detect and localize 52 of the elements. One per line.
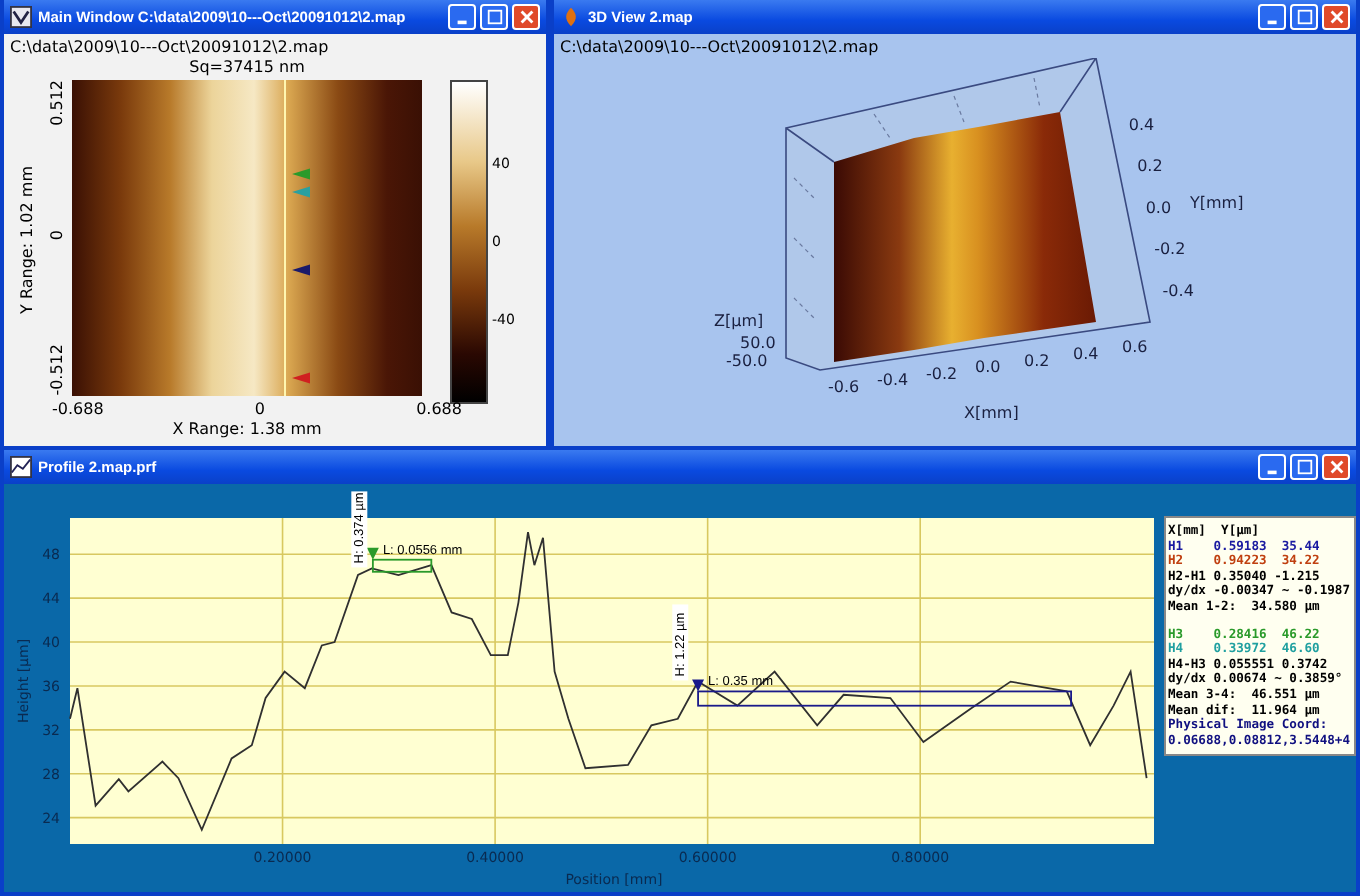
maximize-icon bbox=[1295, 458, 1313, 476]
minimize-button[interactable] bbox=[1258, 454, 1286, 480]
image-title: Sq=37415 nm bbox=[187, 58, 307, 80]
file-path: C:\data\2009\10---Oct\20091012\2.map bbox=[558, 36, 881, 58]
cursor-marker-icon[interactable] bbox=[292, 264, 311, 276]
close-button[interactable] bbox=[512, 4, 540, 30]
x-tick-label: 0.688 bbox=[416, 400, 462, 420]
maximize-icon bbox=[485, 8, 503, 26]
measurement-bracket[interactable] bbox=[366, 547, 433, 573]
close-button[interactable] bbox=[1322, 4, 1350, 30]
x-tick-label: -0.4 bbox=[877, 371, 909, 390]
z-tick-label: -50.0 bbox=[726, 352, 768, 370]
x-tick-label: 0.2 bbox=[1024, 351, 1050, 370]
app-icon bbox=[10, 6, 32, 28]
y-tick-label: 0.0 bbox=[1145, 198, 1172, 217]
y-tick-label: -0.2 bbox=[1154, 240, 1186, 259]
y-tick-label: -0.512 bbox=[47, 344, 65, 396]
minimize-button[interactable] bbox=[1258, 4, 1286, 30]
cursor-marker-icon[interactable] bbox=[292, 168, 311, 180]
x-tick-label: -0.688 bbox=[52, 400, 104, 420]
measurement-bracket[interactable] bbox=[692, 679, 1072, 707]
z-axis-label: Z[µm] bbox=[714, 312, 764, 330]
maximize-button[interactable] bbox=[480, 4, 508, 30]
app-icon bbox=[10, 456, 32, 478]
close-icon bbox=[517, 8, 535, 26]
app-icon bbox=[560, 6, 582, 28]
x-axis-label: X[mm] bbox=[964, 404, 1019, 422]
y-tick-label: 0 bbox=[47, 230, 65, 241]
minimize-button[interactable] bbox=[448, 4, 476, 30]
x-tick-label: -0.2 bbox=[926, 364, 958, 383]
x-tick-label: -0.6 bbox=[828, 378, 860, 396]
x-tick-label: 0.0 bbox=[975, 358, 1001, 377]
maximize-button[interactable] bbox=[1290, 4, 1318, 30]
close-icon bbox=[1327, 8, 1345, 26]
file-path: C:\data\2009\10---Oct\20091012\2.map bbox=[8, 36, 331, 58]
y-axis-label: Y Range: 1.02 mm bbox=[17, 166, 35, 314]
z-tick-label: 50.0 bbox=[740, 334, 776, 352]
x-tick-label: 0.6 bbox=[1122, 338, 1148, 357]
x-tick-label: 0 bbox=[254, 400, 265, 420]
cursor-marker-icon[interactable] bbox=[292, 186, 311, 198]
y-tick-label: 0.512 bbox=[47, 80, 65, 126]
x-axis-label: X Range: 1.38 mm bbox=[170, 420, 324, 442]
y-tick-label: 0.2 bbox=[1137, 157, 1163, 176]
close-button[interactable] bbox=[1322, 454, 1350, 480]
close-icon bbox=[1327, 458, 1345, 476]
maximize-icon bbox=[1295, 8, 1313, 26]
x-tick-label: 0.4 bbox=[1073, 345, 1099, 363]
y-tick-label: 0.4 bbox=[1128, 116, 1155, 134]
cursor-marker-icon[interactable] bbox=[292, 372, 311, 384]
maximize-button[interactable] bbox=[1290, 454, 1318, 480]
y-axis-label: Y[mm] bbox=[1190, 194, 1244, 212]
y-tick-label: -0.4 bbox=[1162, 281, 1194, 300]
